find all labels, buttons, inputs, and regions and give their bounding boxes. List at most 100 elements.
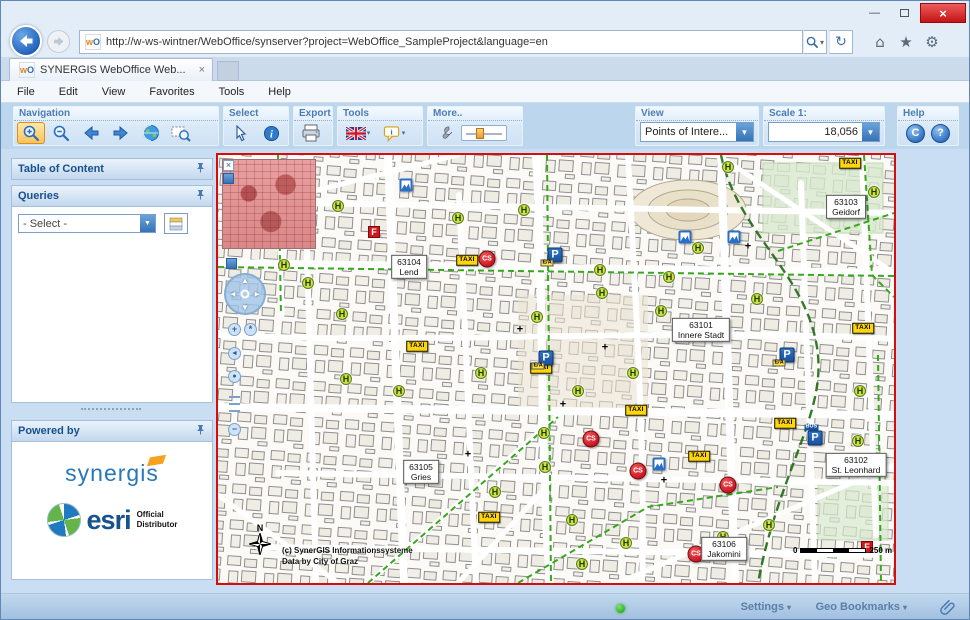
transit-stop-marker[interactable]: H [452,212,464,224]
transit-stop-marker[interactable]: H [854,385,866,397]
pan-down-icon[interactable]: ▼ [241,303,249,312]
transit-stop-marker[interactable]: H [278,259,290,271]
scale-combo[interactable]: 18,056 ▼ [768,122,880,142]
slider-left-button[interactable]: ◄ [228,347,241,360]
parking-marker[interactable]: PE/A [548,248,563,263]
print-tool[interactable] [297,122,325,144]
transit-stop-marker[interactable]: H [489,486,501,498]
transit-stop-marker[interactable]: H [531,311,543,323]
url-text[interactable]: http://w-ws-wintner/WebOffice/synserver?… [106,36,548,48]
taxi-stand-marker[interactable]: TAXI [852,323,874,334]
full-extent-tool[interactable] [137,122,165,144]
home-button[interactable]: ⌂ [869,31,891,53]
menu-help[interactable]: Help [256,83,303,101]
scale-value[interactable]: 18,056 [769,126,862,138]
panel-splitter[interactable] [81,408,141,410]
menu-edit[interactable]: Edit [47,83,90,101]
overview-toggle-icon[interactable] [223,173,234,184]
view-dropdown-arrow-icon[interactable]: ▼ [736,123,753,141]
menu-file[interactable]: File [5,83,47,101]
maptip-tool[interactable]: i ▾ [377,122,411,144]
transit-stop-marker[interactable]: H [572,385,584,397]
transit-stop-marker[interactable]: H [763,519,775,531]
taxi-stand-marker[interactable]: TAXI [406,341,428,352]
pin-icon[interactable] [195,424,206,438]
zoom-out-tool[interactable] [47,122,75,144]
pan-control[interactable]: ▲ ▼ ◄ ► [224,273,266,315]
transit-stop-marker[interactable]: H [332,200,344,212]
slider-thumb[interactable] [476,128,484,139]
scale-dropdown-arrow-icon[interactable]: ▼ [862,123,879,141]
pan-left-icon[interactable]: ◄ [229,290,237,299]
photo-marker[interactable] [400,179,413,192]
select-tool[interactable] [227,122,255,144]
transit-stop-marker[interactable]: H [596,287,608,299]
transit-stop-marker[interactable]: H [538,427,550,439]
parking-marker[interactable]: PE/A [780,348,795,363]
transit-stop-marker[interactable]: H [852,435,864,447]
transit-stop-marker[interactable]: H [336,308,348,320]
powered-panel-header[interactable]: Powered by [11,420,213,442]
pan-right-icon[interactable]: ► [253,290,261,299]
transit-stop-marker[interactable]: H [566,514,578,526]
transit-stop-marker[interactable]: H [663,271,675,283]
menu-favorites[interactable]: Favorites [137,83,206,101]
transit-stop-marker[interactable]: H [655,305,667,317]
slider-dot-button[interactable]: ● [228,370,241,383]
transit-stop-marker[interactable]: H [594,264,606,276]
cs-station-marker[interactable]: CS [630,463,647,480]
zoom-in-tool[interactable] [17,122,45,144]
previous-extent-tool[interactable] [77,122,105,144]
transit-stop-marker[interactable]: H [627,367,639,379]
transit-stop-marker[interactable]: H [539,461,551,473]
taxi-stand-marker[interactable]: TAXI [774,418,796,429]
browser-tab[interactable]: wO SYNERGIS WebOffice Web... × [9,58,213,81]
parking-marker[interactable]: PE/A [539,351,554,366]
query-select-arrow-icon[interactable]: ▼ [140,215,155,232]
help-button[interactable]: ? [931,124,950,143]
zoom-window-tool[interactable] [167,122,195,144]
query-select-dropdown[interactable]: - Select - ▼ [18,214,156,233]
transparency-slider[interactable] [461,125,507,141]
address-bar[interactable]: wO http://w-ws-wintner/WebOffice/synserv… [79,30,803,54]
settings-tool[interactable] [431,122,459,144]
transit-stop-marker[interactable]: H [518,204,530,216]
cs-station-marker[interactable]: CS [583,431,600,448]
taxi-stand-marker[interactable]: TAXI [839,158,861,169]
queries-panel-header[interactable]: Queries [11,185,213,207]
cs-station-marker[interactable]: CS [720,477,737,494]
context-help-button[interactable]: C [906,124,925,143]
language-tool[interactable]: ▾ [341,122,375,144]
zoom-slider[interactable] [228,391,241,412]
identify-tool[interactable]: i [257,122,285,144]
transit-stop-marker[interactable]: H [751,293,763,305]
transit-stop-marker[interactable]: H [620,537,632,549]
pan-up-icon[interactable]: ▲ [241,276,249,285]
transit-stop-marker[interactable]: H [475,367,487,379]
transit-stop-marker[interactable]: H [868,186,880,198]
view-dropdown[interactable]: Points of Intere... ▼ [640,122,754,142]
transit-stop-marker[interactable]: H [576,558,588,570]
pan-widget-toggle-icon[interactable] [226,258,237,269]
transit-stop-marker[interactable]: H [340,373,352,385]
search-button[interactable]: ▾ [803,30,827,54]
transit-stop-marker[interactable]: H [692,242,704,254]
photo-marker[interactable] [728,231,741,244]
menu-tools[interactable]: Tools [207,83,257,101]
overview-map[interactable] [222,159,316,249]
taxi-stand-marker[interactable]: TAXI [478,512,500,523]
favorites-button[interactable]: ★ [895,31,917,53]
geo-bookmarks-menu[interactable]: Geo Bookmarks▾ [816,601,907,613]
query-result-button[interactable] [164,213,188,234]
photo-marker[interactable] [653,458,666,471]
zoom-extent-button[interactable]: * [244,323,257,336]
transit-stop-marker[interactable]: H [302,277,314,289]
pin-icon[interactable] [195,162,206,176]
tab-close-icon[interactable]: × [196,64,208,76]
cs-station-marker[interactable]: CS [479,251,496,268]
next-extent-tool[interactable] [107,122,135,144]
zoom-in-button[interactable]: + [228,323,241,336]
maximize-button[interactable] [890,3,919,23]
pin-icon[interactable] [195,189,206,203]
close-button[interactable]: × [920,3,966,23]
